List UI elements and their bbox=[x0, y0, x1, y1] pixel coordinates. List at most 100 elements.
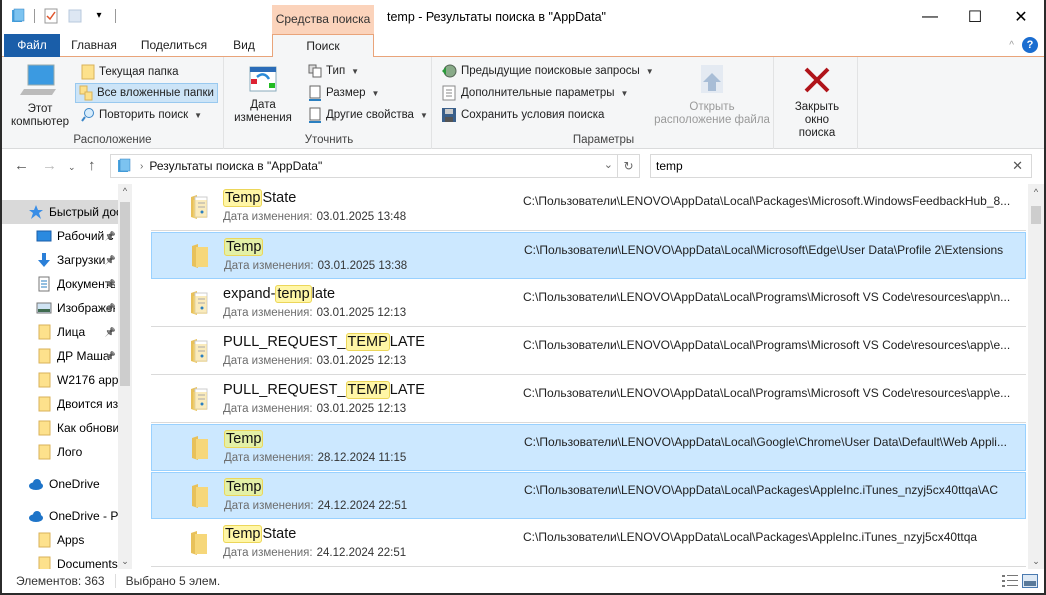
result-name: Temp State bbox=[223, 525, 296, 543]
nav-pane-scrollbar[interactable]: ^ ⌄ bbox=[118, 184, 132, 569]
minimize-button[interactable]: — bbox=[907, 0, 953, 34]
scroll-down-icon[interactable]: ⌄ bbox=[118, 556, 132, 567]
results-scrollbar[interactable]: ^ ⌄ bbox=[1028, 184, 1044, 569]
large-icons-view-icon bbox=[1022, 574, 1038, 588]
qat-divider bbox=[34, 9, 35, 23]
tab-view[interactable]: Вид bbox=[224, 34, 264, 57]
this-pc-button[interactable]: Этот компьютер bbox=[8, 63, 72, 129]
sidebar-item[interactable]: Documents bbox=[2, 552, 118, 569]
sidebar-item[interactable]: OneDrive - P bbox=[2, 504, 118, 528]
name-suffix: late bbox=[311, 286, 336, 302]
folder-icon bbox=[190, 435, 210, 461]
nav-scroll-thumb[interactable] bbox=[120, 202, 130, 386]
refresh-icon[interactable]: ↻ bbox=[617, 155, 639, 177]
sidebar-item-label: OneDrive - P bbox=[49, 509, 118, 523]
save-search-button[interactable]: Сохранить условия поиска bbox=[438, 105, 607, 125]
sidebar-item[interactable]: Загрузки 📌 bbox=[2, 248, 118, 272]
clear-search-icon[interactable]: ✕ bbox=[1012, 158, 1023, 174]
open-file-location-button[interactable]: Открыть расположение файла bbox=[652, 63, 772, 127]
help-icon[interactable]: ? bbox=[1022, 37, 1038, 53]
customize-qat-icon[interactable]: ▾ bbox=[91, 8, 107, 24]
properties-icon[interactable] bbox=[43, 8, 59, 24]
explorer-app-icon[interactable] bbox=[10, 8, 26, 24]
sidebar-item[interactable]: ДР Маша 📌 bbox=[2, 344, 118, 368]
search-box[interactable]: temp ✕ bbox=[650, 154, 1032, 178]
pin-icon: 📌 bbox=[104, 278, 116, 289]
tab-share[interactable]: Поделиться bbox=[134, 34, 214, 57]
tab-home[interactable]: Главная bbox=[64, 34, 124, 57]
back-button[interactable]: ← bbox=[14, 157, 29, 174]
result-row[interactable]: Temp Дата изменения: 28.12.2024 11:15 C:\По… bbox=[151, 424, 1026, 471]
large-icons-view-button[interactable] bbox=[1022, 574, 1038, 591]
search-input[interactable]: temp bbox=[656, 159, 683, 173]
sidebar-item[interactable]: Быстрый доступ bbox=[2, 200, 118, 224]
close-button[interactable]: ✕ bbox=[998, 0, 1044, 34]
search-results-icon bbox=[118, 158, 131, 172]
ribbon-group-refine: Дата изменения Тип ▼ Размер ▼ Другие свойс… bbox=[227, 57, 432, 149]
collapse-ribbon-icon[interactable]: ^ bbox=[1009, 40, 1014, 51]
sidebar-item[interactable]: OneDrive bbox=[2, 472, 118, 496]
result-date: Дата изменения: 03.01.2025 13:48 bbox=[223, 211, 406, 223]
result-row[interactable]: Temp State Дата изменения: 24.12.2024 22:51… bbox=[151, 520, 1026, 567]
sidebar-item[interactable]: Рабочий стол📌 bbox=[2, 224, 118, 248]
scroll-up-icon[interactable]: ^ bbox=[118, 186, 132, 196]
up-button[interactable]: ↑ bbox=[88, 157, 96, 174]
save-search-label: Сохранить условия поиска bbox=[461, 109, 605, 121]
other-properties-button[interactable]: Другие свойства ▼ bbox=[305, 105, 431, 125]
sidebar-item[interactable]: Как обнови bbox=[2, 416, 118, 440]
size-button[interactable]: Размер ▼ bbox=[305, 83, 382, 103]
selected-count: Выбрано 5 элем. bbox=[125, 574, 221, 588]
advanced-options-button[interactable]: Дополнительные параметры ▼ bbox=[438, 83, 631, 103]
scroll-down-icon[interactable]: ⌄ bbox=[1028, 556, 1044, 567]
scroll-up-icon[interactable]: ^ bbox=[1028, 187, 1044, 197]
results-scroll-thumb[interactable] bbox=[1031, 206, 1041, 224]
sidebar-item[interactable]: W2176 app bbox=[2, 368, 118, 392]
ribbon-group-options: Предыдущие поисковые запросы ▼ Дополнител… bbox=[434, 57, 774, 149]
result-row[interactable]: PULL_REQUEST_ TEMP LATE Дата изменения: 03.0… bbox=[151, 328, 1026, 375]
result-row[interactable]: expand-temp late Дата изменения: 03.01.2025… bbox=[151, 280, 1026, 327]
result-row[interactable]: Temp Дата изменения: 24.12.2024 22:51 C:\По… bbox=[151, 472, 1026, 519]
cloud-icon bbox=[28, 476, 44, 492]
sidebar-item[interactable]: Двоится из bbox=[2, 392, 118, 416]
result-row[interactable]: Temp State Дата изменения: 03.01.2025 13:48… bbox=[151, 184, 1026, 231]
breadcrumb-current[interactable]: Результаты поиска в "AppData" bbox=[149, 159, 322, 173]
sidebar-item[interactable]: Лого bbox=[2, 440, 118, 464]
result-path: C:\Пользователи\LENOVO\AppData\Local\Pro… bbox=[523, 386, 1011, 400]
recent-searches-icon bbox=[442, 64, 457, 78]
address-dropdown-icon[interactable]: ⌄ bbox=[604, 158, 613, 171]
maximize-button[interactable]: ☐ bbox=[952, 0, 998, 34]
sidebar-item[interactable]: Apps bbox=[2, 528, 118, 552]
repeat-search-button[interactable]: Повторить поиск ▼ bbox=[78, 105, 205, 125]
address-bar[interactable]: › Результаты поиска в "AppData" ⌄ ↻ bbox=[110, 154, 640, 178]
result-row[interactable]: Temp Дата изменения: 03.01.2025 13:38 C:\По… bbox=[151, 232, 1026, 279]
details-view-button[interactable] bbox=[1002, 574, 1018, 591]
recent-searches-label: Предыдущие поисковые запросы bbox=[461, 65, 640, 77]
name-prefix: expand- bbox=[223, 286, 276, 302]
forward-button[interactable]: → bbox=[42, 157, 57, 174]
type-button[interactable]: Тип ▼ bbox=[305, 61, 362, 81]
date-modified-button[interactable]: Дата изменения bbox=[231, 65, 295, 125]
type-icon bbox=[308, 64, 322, 78]
all-subfolders-button[interactable]: Все вложенные папки bbox=[75, 83, 218, 103]
date-value: 28.12.2024 11:15 bbox=[317, 452, 407, 464]
sidebar-item[interactable]: Документы 📌 bbox=[2, 272, 118, 296]
result-row[interactable]: PULL_REQUEST_ TEMP LATE Дата изменения: 03.0… bbox=[151, 376, 1026, 423]
date-value: 03.01.2025 12:13 bbox=[316, 403, 407, 415]
recent-searches-button[interactable]: Предыдущие поисковые запросы ▼ bbox=[438, 61, 657, 81]
sidebar-item[interactable]: Изображения📌 bbox=[2, 296, 118, 320]
new-folder-icon[interactable] bbox=[67, 8, 83, 24]
group-label-options: Параметры bbox=[572, 134, 635, 146]
recent-locations-button[interactable]: ⌄ bbox=[68, 162, 76, 173]
tab-search[interactable]: Поиск bbox=[272, 34, 374, 58]
sidebar-item[interactable]: Лица 📌 bbox=[2, 320, 118, 344]
current-folder-button[interactable]: Текущая папка bbox=[78, 62, 182, 82]
close-search-button[interactable]: Закрыть окно поиска bbox=[780, 65, 854, 140]
search-match-highlight: temp bbox=[275, 285, 312, 303]
result-path: C:\Пользователи\LENOVO\AppData\Local\Pac… bbox=[523, 530, 978, 544]
breadcrumb-chevron-icon[interactable]: › bbox=[140, 161, 143, 172]
result-name: PULL_REQUEST_ TEMP LATE bbox=[223, 333, 425, 351]
sidebar-item-label: Как обнови bbox=[57, 421, 118, 435]
tab-file[interactable]: Файл bbox=[4, 34, 60, 57]
properties-icon bbox=[309, 107, 321, 123]
result-name: PULL_REQUEST_ TEMP LATE bbox=[223, 381, 425, 399]
